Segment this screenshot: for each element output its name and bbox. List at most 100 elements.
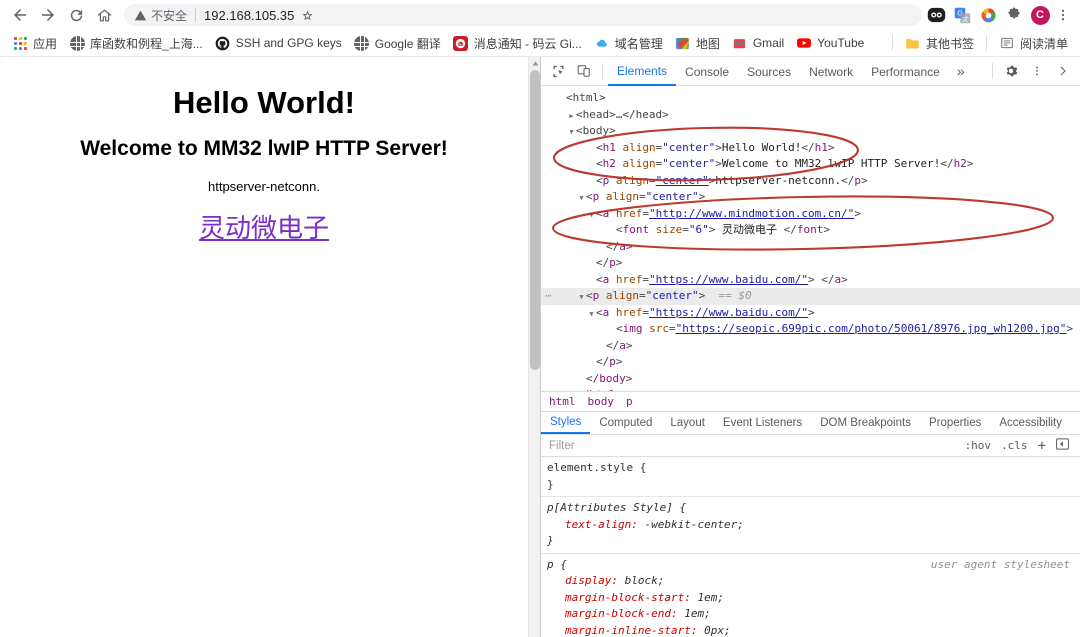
new-style-rule-button[interactable]: + <box>1033 438 1051 454</box>
puzzle-extensions-icon[interactable] <box>1002 3 1026 27</box>
tab-network[interactable]: Network <box>800 57 862 86</box>
styles-tab-properties[interactable]: Properties <box>920 412 990 434</box>
dom-node-row[interactable]: </body > <box>541 371 1080 388</box>
css-selector[interactable]: p[Attributes Style] { <box>547 500 686 517</box>
dom-tree[interactable]: <html> ▶ <head>…</head> ▼ <body> < h1 align = "c… <box>541 86 1080 391</box>
dom-tree-container[interactable]: <html> ▶ <head>…</head> ▼ <body> < h1 align = "c… <box>541 86 1080 391</box>
google-translate-extension-icon[interactable]: G文 <box>950 3 974 27</box>
breadcrumb[interactable]: html body p <box>541 391 1080 411</box>
dom-node-row[interactable]: ⋯ ▼ < p align = "center" > == $0 <box>541 288 1080 305</box>
dom-token-lnk[interactable]: "https://www.baidu.com/" <box>649 305 808 322</box>
dom-node-row[interactable]: </p > <box>541 354 1080 371</box>
dom-node-row[interactable]: <html> <box>541 90 1080 107</box>
css-property-name[interactable]: margin-inline-start: <box>565 624 704 637</box>
styles-tab-computed[interactable]: Computed <box>590 412 661 434</box>
css-property-value[interactable]: 0px; <box>704 624 731 637</box>
bookmark-item-6[interactable]: Gmail <box>726 33 790 53</box>
dom-node-overflow-dots[interactable]: ⋯ <box>545 288 553 305</box>
three-dot-menu-icon[interactable] <box>1024 58 1050 84</box>
twisty-expanded-icon[interactable]: ▼ <box>587 207 596 224</box>
dom-node-row[interactable]: < h1 align = "center" > Hello World! </h1 > <box>541 140 1080 157</box>
dom-node-row[interactable]: < h2 align = "center" > Welcome to MM32 lwIP … <box>541 156 1080 173</box>
bookmark-reading-list[interactable]: 阅读清单 <box>993 33 1074 54</box>
dom-node-row[interactable]: ▼ < a href = "http://www.mindmotion.com.cn/"… <box>541 206 1080 223</box>
page-scrollbar[interactable] <box>528 57 540 637</box>
address-bar[interactable]: 不安全 192.168.105.35 <box>124 4 922 26</box>
gear-icon[interactable] <box>998 58 1024 84</box>
dom-token-lnk[interactable]: "http://www.mindmotion.com.cn/" <box>649 206 854 223</box>
styles-tab-layout[interactable]: Layout <box>661 412 714 434</box>
styles-tab-styles[interactable]: Styles <box>541 412 591 434</box>
bookmark-item-0[interactable]: 库函数和例程_上海... <box>63 33 209 54</box>
dom-node-row[interactable]: ▶ <head>…</head> <box>541 107 1080 124</box>
css-rule[interactable]: p {user agent stylesheet display: block; m… <box>541 554 1080 637</box>
bookmark-star-icon[interactable] <box>294 3 320 27</box>
tab-performance[interactable]: Performance <box>862 57 949 86</box>
bookmark-item-7[interactable]: YouTube <box>790 33 870 53</box>
css-property-value[interactable]: -webkit-center; <box>644 518 743 531</box>
forward-arrow-icon[interactable] <box>34 3 62 27</box>
css-declaration[interactable]: margin-inline-start: 0px; <box>547 623 1080 637</box>
hov-button[interactable]: :hov <box>960 439 997 452</box>
css-selector[interactable]: p { <box>547 557 567 574</box>
breadcrumb-body[interactable]: body <box>588 395 621 408</box>
reload-icon[interactable] <box>62 3 90 27</box>
chrome-menu-icon[interactable] <box>1052 3 1074 27</box>
bookmark-other-bookmarks[interactable]: 其他书签 <box>899 33 980 54</box>
twisty-expanded-icon[interactable]: ▼ <box>587 306 596 323</box>
scrollbar-thumb[interactable] <box>530 70 540 370</box>
css-rule[interactable]: element.style {} <box>541 457 1080 497</box>
dom-node-row[interactable]: < img src = "https://seopic.699pic.com/phot… <box>541 321 1080 338</box>
bookmark-item-3[interactable]: 消息通知 - 码云 Gi... <box>447 33 588 54</box>
back-arrow-icon[interactable] <box>6 3 34 27</box>
toggle-sidebar-icon[interactable] <box>1051 438 1074 453</box>
tab-sources[interactable]: Sources <box>738 57 800 86</box>
panda-extension-icon[interactable] <box>924 3 948 27</box>
css-declaration[interactable]: margin-block-end: 1em; <box>547 606 1080 623</box>
styles-tab-accessibility[interactable]: Accessibility <box>990 412 1071 434</box>
bookmark-apps[interactable]: 应用 <box>6 33 63 54</box>
tab-console[interactable]: Console <box>676 57 738 86</box>
dom-node-row[interactable]: </p > <box>541 255 1080 272</box>
twisty-expanded-icon[interactable]: ▼ <box>577 289 586 306</box>
css-property-name[interactable]: margin-block-end: <box>565 607 684 620</box>
breadcrumb-p[interactable]: p <box>626 395 639 408</box>
css-rule[interactable]: p[Attributes Style] {text-align: -webkit… <box>541 497 1080 554</box>
profile-avatar[interactable]: C <box>1028 3 1052 27</box>
cls-button[interactable]: .cls <box>996 439 1033 452</box>
device-toolbar-icon[interactable] <box>571 58 597 84</box>
bookmark-item-2[interactable]: Google 翻译 <box>348 33 447 54</box>
close-devtools-icon[interactable] <box>1050 58 1076 84</box>
bookmark-item-1[interactable]: SSH and GPG keys <box>209 33 348 53</box>
css-declaration[interactable]: text-align: -webkit-center; <box>547 517 1080 534</box>
dom-node-row[interactable]: </a > <box>541 338 1080 355</box>
dom-node-row[interactable]: ▼ <body> <box>541 123 1080 140</box>
inspect-element-icon[interactable] <box>545 58 571 84</box>
styles-tab-event-listeners[interactable]: Event Listeners <box>714 412 811 434</box>
css-declaration[interactable]: display: block; <box>547 573 1080 590</box>
css-property-name[interactable]: margin-block-start: <box>565 591 697 604</box>
css-property-name[interactable]: display: <box>565 574 625 587</box>
home-icon[interactable] <box>90 3 118 27</box>
bookmark-item-4[interactable]: 域名管理 <box>588 33 669 54</box>
scroll-up-arrow-icon[interactable] <box>529 57 540 69</box>
dom-node-row[interactable]: ▼ < p align = "center" > <box>541 189 1080 206</box>
css-declaration[interactable]: margin-block-start: 1em; <box>547 590 1080 607</box>
more-tabs-chevron-icon[interactable]: » <box>949 63 973 79</box>
tab-elements[interactable]: Elements <box>608 57 677 86</box>
dom-node-row[interactable]: ▼ < a href = "https://www.baidu.com/" > <box>541 305 1080 322</box>
dom-token-lnk[interactable]: "https://www.baidu.com/" <box>649 272 808 289</box>
dom-node-row[interactable]: </html> <box>541 387 1080 391</box>
styles-filter-input[interactable] <box>547 438 960 453</box>
dom-node-row[interactable]: < a href = "https://www.baidu.com/" > </a > <box>541 272 1080 289</box>
twisty-expanded-icon[interactable]: ▼ <box>577 190 586 207</box>
twisty-collapsed-icon[interactable]: ▶ <box>567 108 576 125</box>
dom-node-row[interactable]: < font size = "6" > 灵动微电子 </font > <box>541 222 1080 239</box>
css-rules-pane[interactable]: element.style {} p[Attributes Style] {tex… <box>541 457 1080 637</box>
dom-node-row[interactable]: < p align = "center" > httpserver-netconn. </p… <box>541 173 1080 190</box>
dom-token-lnk[interactable]: "https://seopic.699pic.com/photo/50061/8… <box>676 321 1067 338</box>
mindmotion-link[interactable]: 灵动微电子 <box>199 208 329 245</box>
css-property-value[interactable]: 1em; <box>684 607 711 620</box>
dom-token-lnk[interactable]: "center" <box>656 173 709 190</box>
css-property-value[interactable]: block; <box>625 574 665 587</box>
